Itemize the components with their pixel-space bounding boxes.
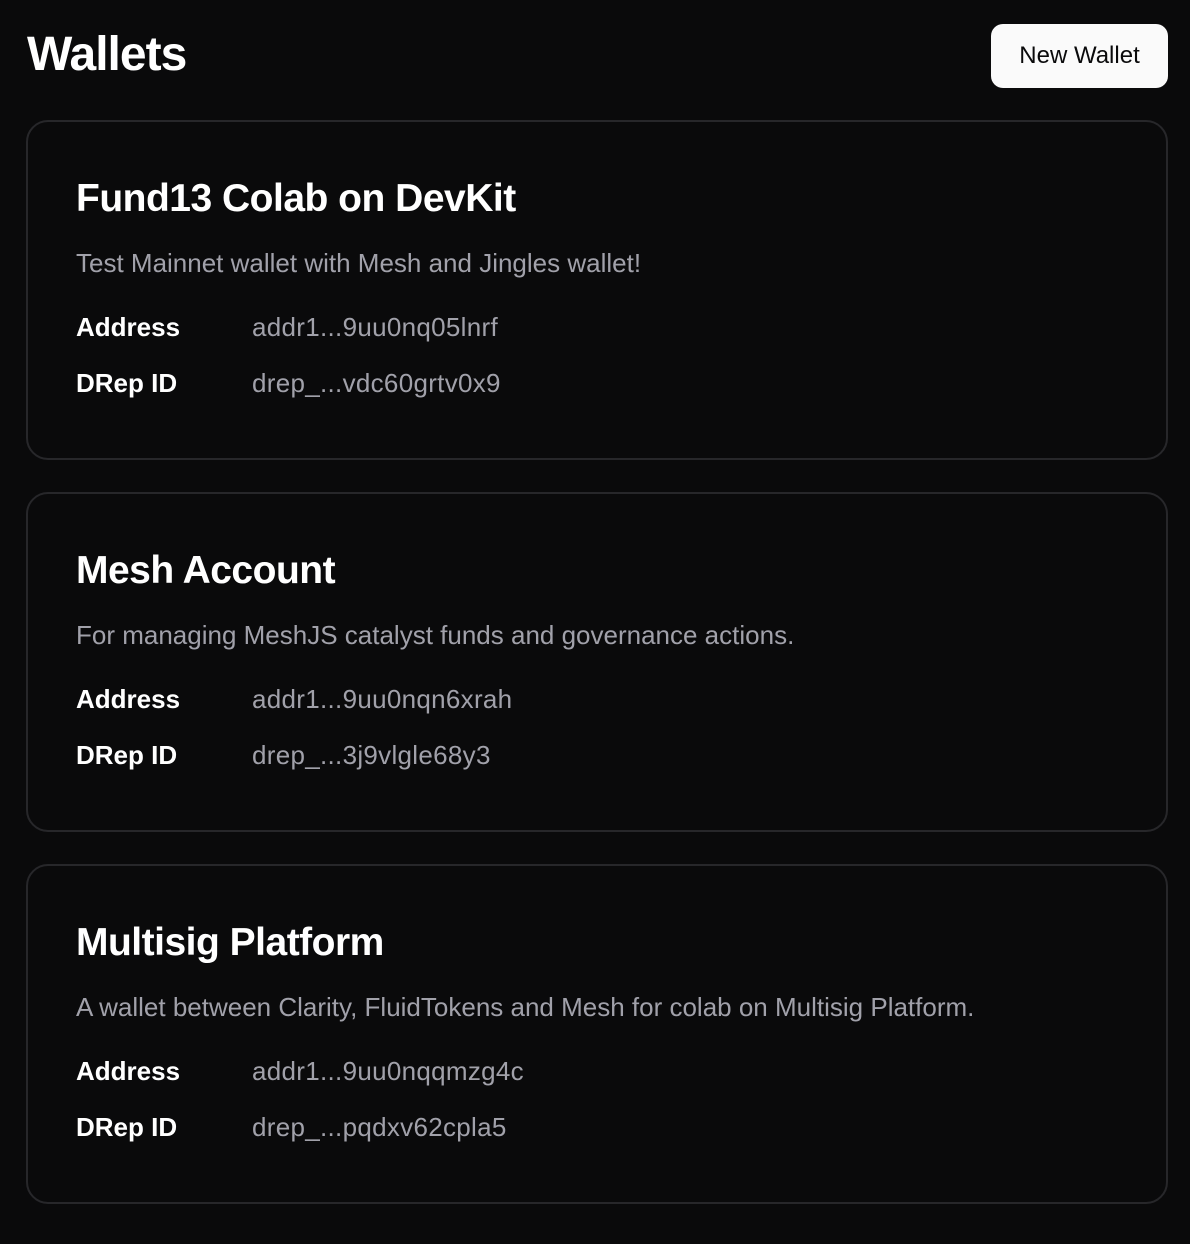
address-row: Address addr1...9uu0nqqmzg4c (76, 1054, 1118, 1088)
page-title: Wallets (27, 28, 187, 81)
drep-value: drep_...3j9vlgle68y3 (252, 740, 491, 770)
drep-row: DRep ID drep_...3j9vlgle68y3 (76, 738, 1118, 772)
address-row: Address addr1...9uu0nq05lnrf (76, 310, 1118, 344)
wallet-name: Multisig Platform (76, 921, 384, 964)
drep-value: drep_...pqdxv62cpla5 (252, 1112, 507, 1142)
address-value: addr1...9uu0nq05lnrf (252, 312, 498, 342)
wallet-description: Test Mainnet wallet with Mesh and Jingle… (76, 248, 642, 278)
wallet-description: For managing MeshJS catalyst funds and g… (76, 620, 795, 650)
address-value: addr1...9uu0nqn6xrah (252, 684, 513, 714)
new-wallet-button[interactable]: New Wallet (991, 24, 1168, 88)
address-row: Address addr1...9uu0nqn6xrah (76, 682, 1118, 716)
wallets-page: Wallets New Wallet Fund13 Colab on DevKi… (0, 0, 1190, 1244)
wallet-name: Mesh Account (76, 549, 336, 592)
drep-label: DRep ID (76, 740, 178, 770)
address-label: Address (76, 684, 181, 714)
address-label: Address (76, 312, 181, 342)
wallet-card[interactable]: Mesh Account For managing MeshJS catalys… (26, 492, 1168, 832)
address-value: addr1...9uu0nqqmzg4c (252, 1056, 524, 1086)
drep-row: DRep ID drep_...vdc60grtv0x9 (76, 366, 1118, 400)
drep-label: DRep ID (76, 368, 178, 398)
wallet-description: A wallet between Clarity, FluidTokens an… (76, 992, 975, 1022)
address-label: Address (76, 1056, 181, 1086)
wallet-card[interactable]: Fund13 Colab on DevKit Test Mainnet wall… (26, 120, 1168, 460)
wallet-name: Fund13 Colab on DevKit (76, 177, 516, 220)
drep-label: DRep ID (76, 1112, 178, 1142)
drep-value: drep_...vdc60grtv0x9 (252, 368, 501, 398)
wallet-card[interactable]: Multisig Platform A wallet between Clari… (26, 864, 1168, 1204)
drep-row: DRep ID drep_...pqdxv62cpla5 (76, 1110, 1118, 1144)
wallet-list: Fund13 Colab on DevKit Test Mainnet wall… (26, 120, 1168, 1236)
